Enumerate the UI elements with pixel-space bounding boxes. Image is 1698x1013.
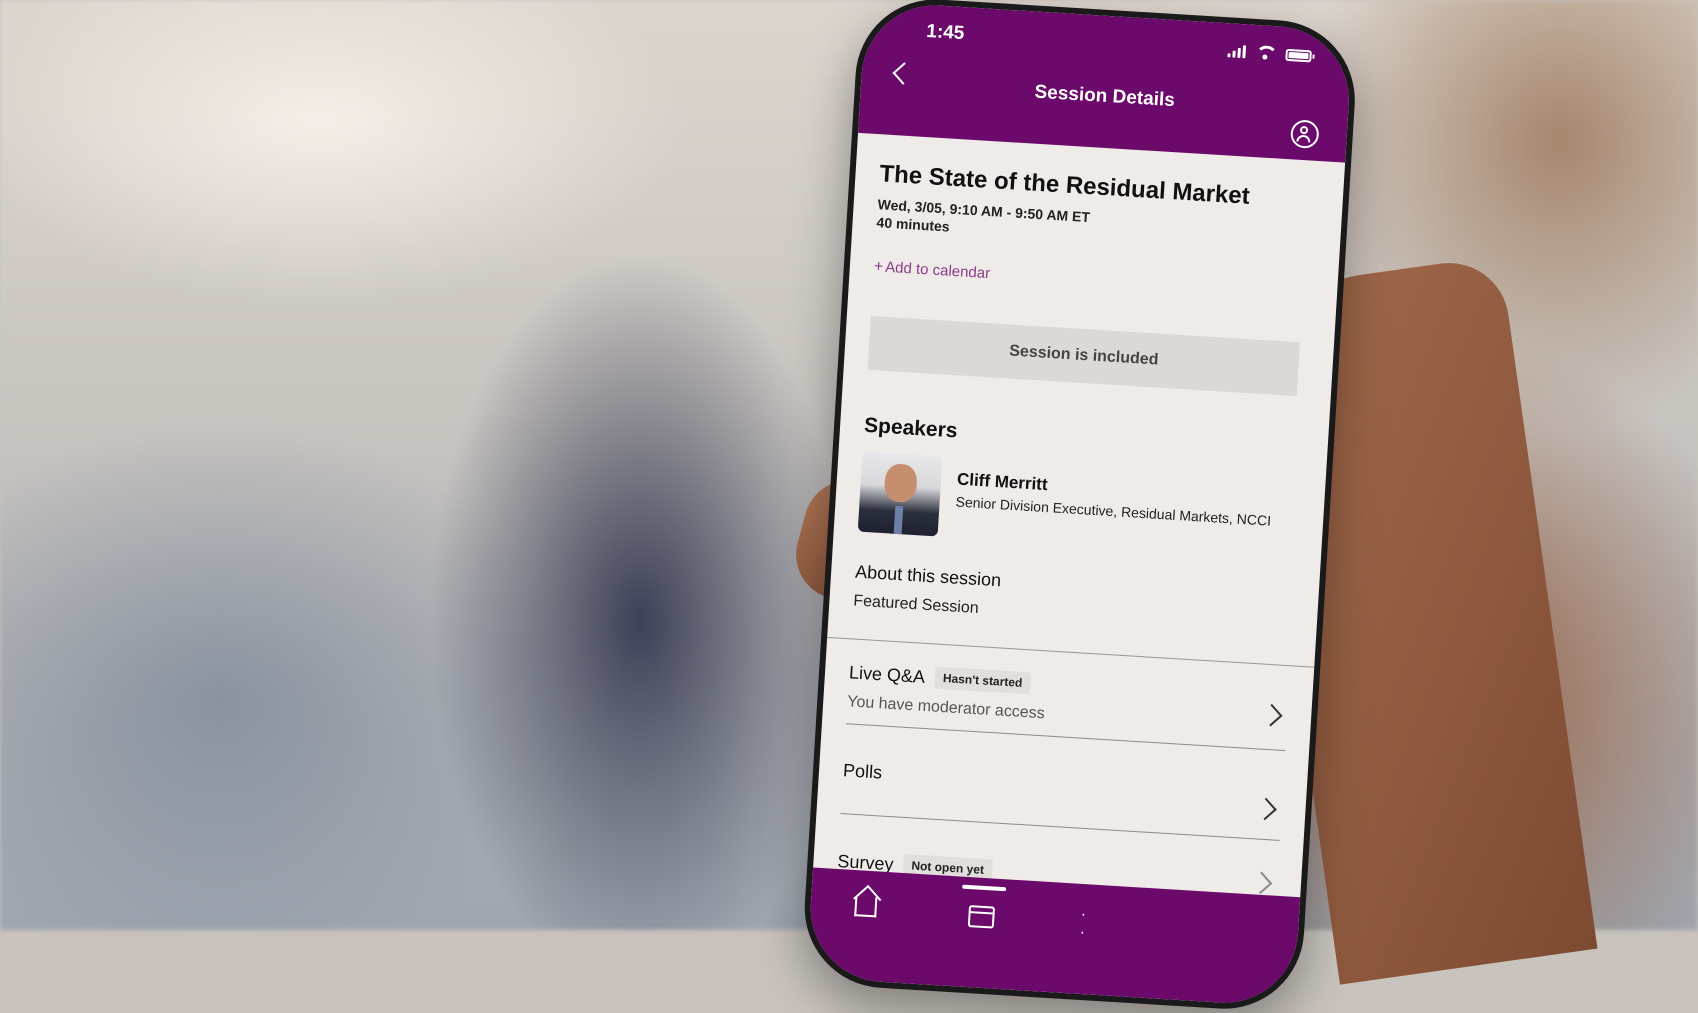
status-icons (1227, 43, 1312, 63)
polls-title-wrap: Polls (842, 760, 1282, 808)
phone-device: 1:45 Session Details The State of the Re… (800, 0, 1360, 1013)
active-tab-indicator (962, 884, 1007, 892)
speaker-avatar (857, 451, 943, 537)
session-included-banner: Session is included (867, 315, 1301, 397)
session-content: The State of the Residual Market Wed, 3/… (812, 133, 1345, 914)
nav-title: Session Details (1033, 81, 1176, 112)
live-qa-status-badge: Hasn't started (934, 666, 1032, 695)
live-qa-title: Live Q&A (848, 661, 926, 687)
speaker-info: Cliff Merritt Senior Division Executive,… (955, 470, 1273, 530)
plus-icon: + (873, 258, 884, 276)
polls-title: Polls (842, 760, 883, 783)
add-to-calendar-label: Add to calendar (884, 258, 991, 283)
wifi-icon (1255, 45, 1276, 60)
phone-screen: 1:45 Session Details The State of the Re… (806, 1, 1354, 1008)
status-time: 1:45 (925, 20, 965, 45)
network-icon[interactable] (1080, 914, 1101, 929)
add-to-calendar-link[interactable]: +Add to calendar (873, 258, 1313, 303)
cellular-signal-icon (1227, 44, 1247, 59)
speaker-card[interactable]: Cliff Merritt Senior Division Executive,… (857, 451, 1302, 559)
profile-button[interactable] (1289, 119, 1320, 149)
battery-icon (1285, 48, 1312, 63)
calendar-icon[interactable] (967, 905, 996, 929)
status-bar: 1:45 (926, 21, 1313, 69)
home-icon[interactable] (854, 896, 878, 918)
